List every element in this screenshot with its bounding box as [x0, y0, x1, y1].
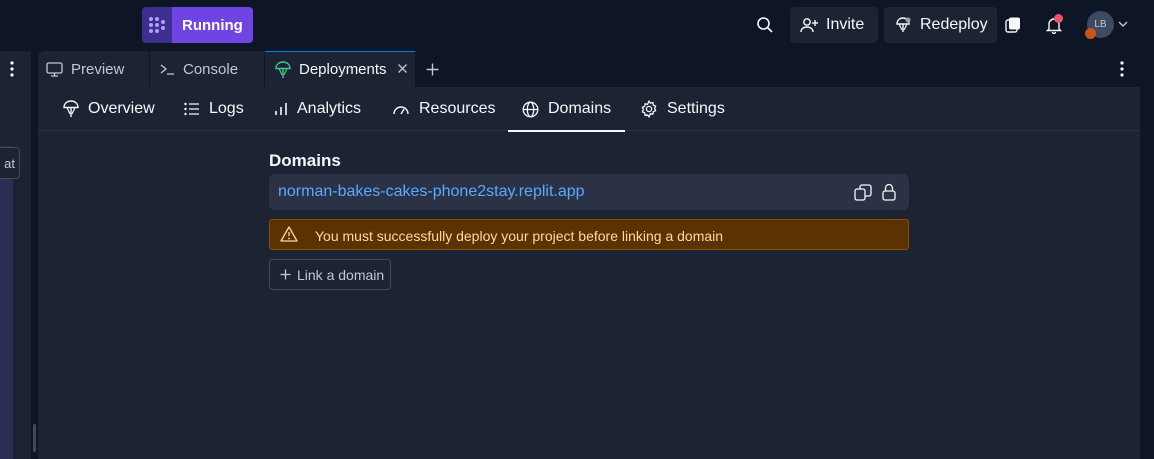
subnav-label: Domains [548, 100, 612, 117]
gauge-icon [392, 102, 410, 116]
link-domain-label: Link a domain [297, 266, 385, 283]
tab-console[interactable]: Console [150, 51, 264, 87]
link-domain-button[interactable]: Link a domain [269, 259, 391, 290]
terminal-icon [160, 63, 175, 76]
deployment-subnav: Overview Logs Analytics Resources Domain… [38, 87, 1140, 132]
deployments-content: Overview Logs Analytics Resources Domain… [38, 87, 1140, 459]
subnav-settings[interactable]: Settings [640, 87, 725, 131]
invite-button[interactable]: Invite [790, 7, 878, 43]
subnav-label: Settings [667, 100, 725, 117]
tab-label: Console [183, 60, 239, 78]
list-icon [184, 102, 200, 116]
gear-icon [640, 100, 658, 118]
monitor-icon [46, 61, 63, 77]
search-icon[interactable] [753, 13, 777, 37]
subnav-label: Resources [419, 100, 496, 117]
globe-icon [522, 101, 539, 118]
avatar-badge [1085, 28, 1096, 39]
chevron-down-icon[interactable] [1117, 17, 1129, 31]
more-vertical-icon[interactable] [4, 59, 20, 79]
section-title: Domains [269, 151, 341, 170]
deploy-icon [275, 60, 291, 79]
deploy-icon [894, 16, 912, 34]
notification-dot [1054, 14, 1063, 23]
panel-resize-handle[interactable] [33, 424, 36, 452]
run-status-icon [142, 7, 172, 43]
warning-icon [280, 226, 298, 242]
subnav-analytics[interactable]: Analytics [274, 87, 361, 131]
subnav-overview[interactable]: Overview [63, 87, 155, 131]
left-panel: at [0, 51, 31, 459]
domain-url-field: norman-bakes-cakes-phone2stay.replit.app [269, 174, 909, 210]
lock-icon[interactable] [882, 183, 896, 201]
deploy-icon [63, 100, 79, 118]
warning-text: You must successfully deploy your projec… [315, 228, 724, 244]
close-icon[interactable] [397, 63, 408, 74]
main-panel: Preview Console Deployments Overview Log… [38, 51, 1140, 459]
tab-deployments[interactable]: Deployments [265, 51, 415, 87]
subnav-resources[interactable]: Resources [392, 87, 495, 131]
warning-banner: You must successfully deploy your projec… [269, 219, 909, 250]
subnav-domains[interactable]: Domains [507, 87, 626, 132]
tab-bar: Preview Console Deployments [38, 51, 1140, 87]
tab-preview[interactable]: Preview [38, 51, 149, 87]
add-user-icon [800, 17, 818, 33]
add-tab-icon[interactable] [424, 61, 440, 77]
tab-label: Deployments [299, 61, 387, 78]
domain-url-link[interactable]: norman-bakes-cakes-phone2stay.replit.app [278, 183, 585, 201]
subnav-label: Logs [209, 100, 244, 117]
copy-icon[interactable] [854, 184, 872, 201]
more-vertical-icon[interactable] [1114, 59, 1130, 79]
chat-button[interactable]: at [0, 147, 20, 179]
plus-icon [280, 269, 291, 280]
left-panel-content [0, 146, 13, 459]
invite-label: Invite [826, 16, 865, 33]
run-button[interactable]: Running [172, 7, 253, 43]
subnav-logs[interactable]: Logs [184, 87, 244, 131]
subnav-label: Overview [88, 100, 155, 117]
redeploy-button[interactable]: Redeploy [884, 7, 997, 43]
subnav-label: Analytics [297, 100, 362, 117]
window-stack-icon[interactable] [1001, 13, 1025, 37]
run-control: Running [142, 7, 253, 43]
redeploy-label: Redeploy [920, 16, 988, 33]
bar-chart-icon [274, 102, 288, 116]
top-bar: Running Invite Redeploy LB [0, 0, 1154, 51]
tab-label: Preview [71, 60, 125, 78]
